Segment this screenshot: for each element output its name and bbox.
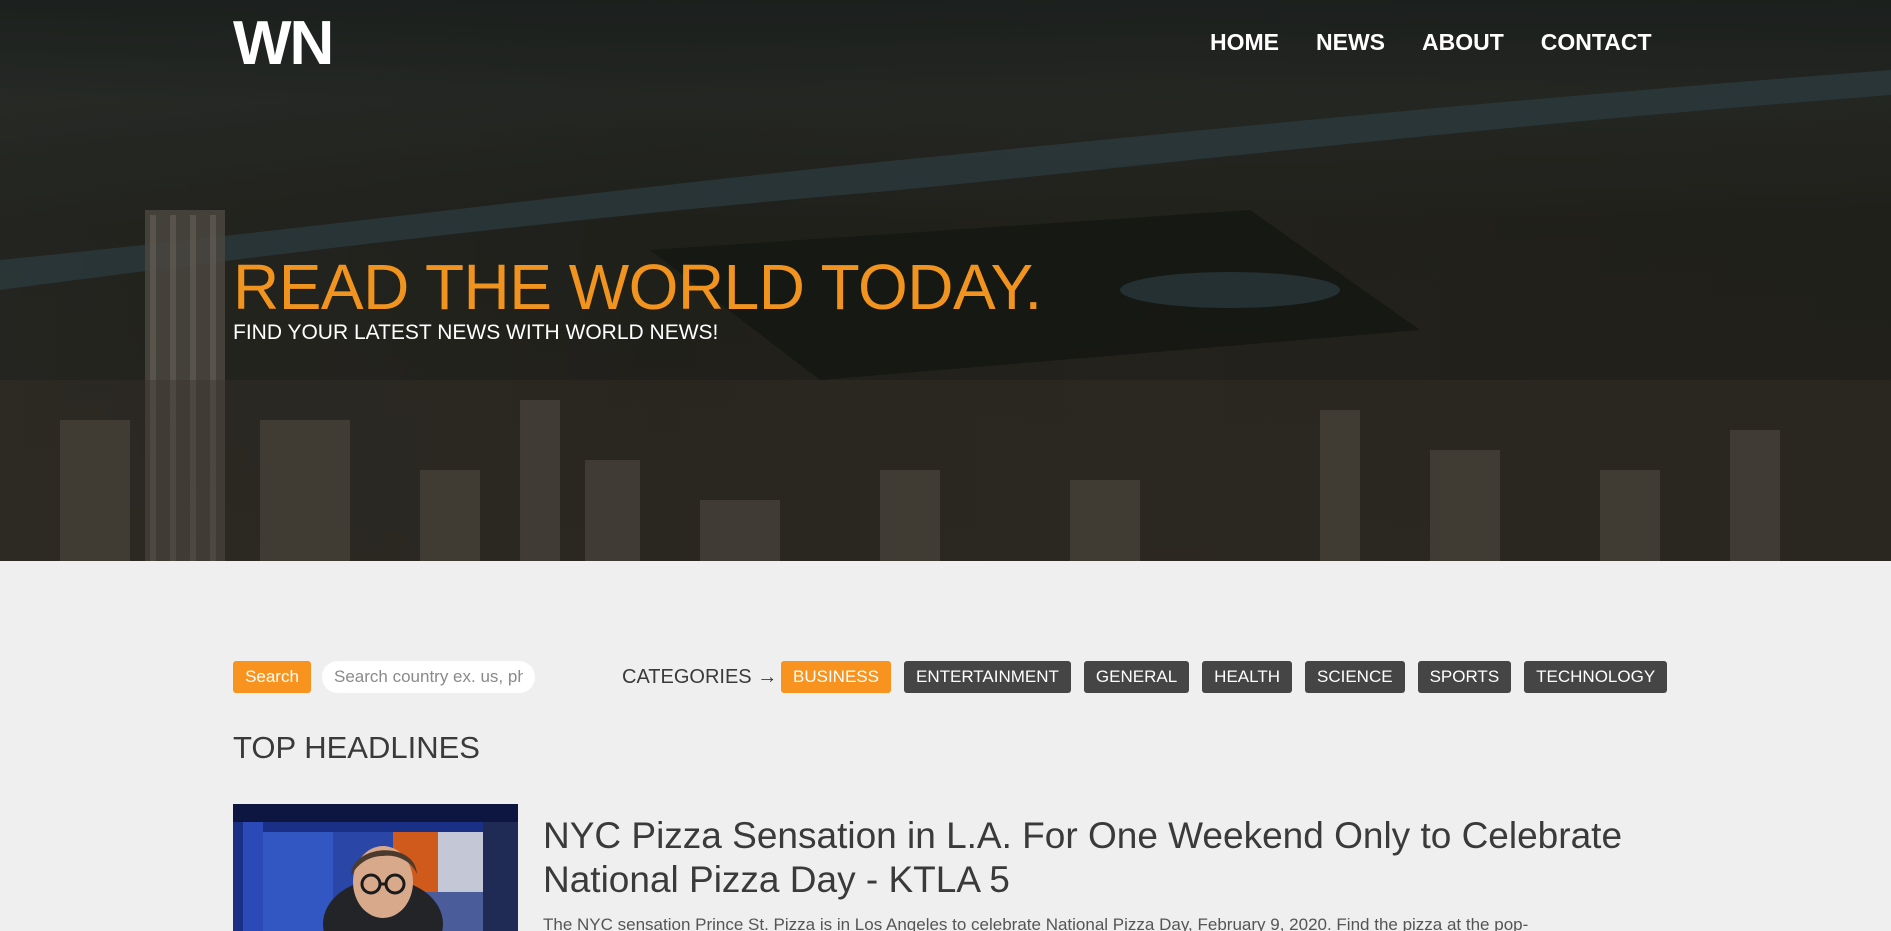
category-technology-button[interactable]: TECHNOLOGY bbox=[1524, 661, 1668, 693]
hero-title: READ THE WORLD TODAY. bbox=[233, 251, 1042, 323]
article-title-link[interactable]: NYC Pizza Sensation in L.A. For One Week… bbox=[543, 814, 1673, 902]
top-headlines-title: TOP HEADLINES bbox=[233, 730, 480, 765]
category-business-button[interactable]: BUSINESS bbox=[781, 661, 891, 693]
nav-news-link[interactable]: NEWS bbox=[1316, 28, 1385, 56]
nav-contact-link[interactable]: CONTACT bbox=[1541, 28, 1652, 56]
categories-label: CATEGORIES → bbox=[622, 666, 778, 688]
category-science-button[interactable]: SCIENCE bbox=[1304, 661, 1405, 693]
category-entertainment-button[interactable]: ENTERTAINMENT bbox=[903, 661, 1071, 693]
category-list: BUSINESS ENTERTAINMENT GENERAL HEALTH SC… bbox=[781, 661, 1668, 693]
article-thumbnail[interactable] bbox=[233, 804, 518, 931]
article-description: The NYC sensation Prince St. Pizza is in… bbox=[543, 915, 1529, 931]
hero-banner: WN HOME NEWS ABOUT CONTACT READ THE WORL… bbox=[0, 0, 1891, 561]
nav-home-link[interactable]: HOME bbox=[1210, 28, 1279, 56]
category-health-button[interactable]: HEALTH bbox=[1202, 661, 1292, 693]
search-button[interactable]: Search bbox=[233, 661, 311, 693]
hero-subtitle: FIND YOUR LATEST NEWS WITH WORLD NEWS! bbox=[233, 321, 719, 344]
site-logo[interactable]: WN bbox=[233, 13, 334, 75]
main-nav: HOME NEWS ABOUT CONTACT bbox=[1210, 28, 1652, 56]
article-thumbnail-image bbox=[233, 804, 518, 931]
search-input[interactable] bbox=[322, 661, 535, 693]
category-general-button[interactable]: GENERAL bbox=[1083, 661, 1190, 693]
category-sports-button[interactable]: SPORTS bbox=[1417, 661, 1512, 693]
nav-about-link[interactable]: ABOUT bbox=[1422, 28, 1504, 56]
